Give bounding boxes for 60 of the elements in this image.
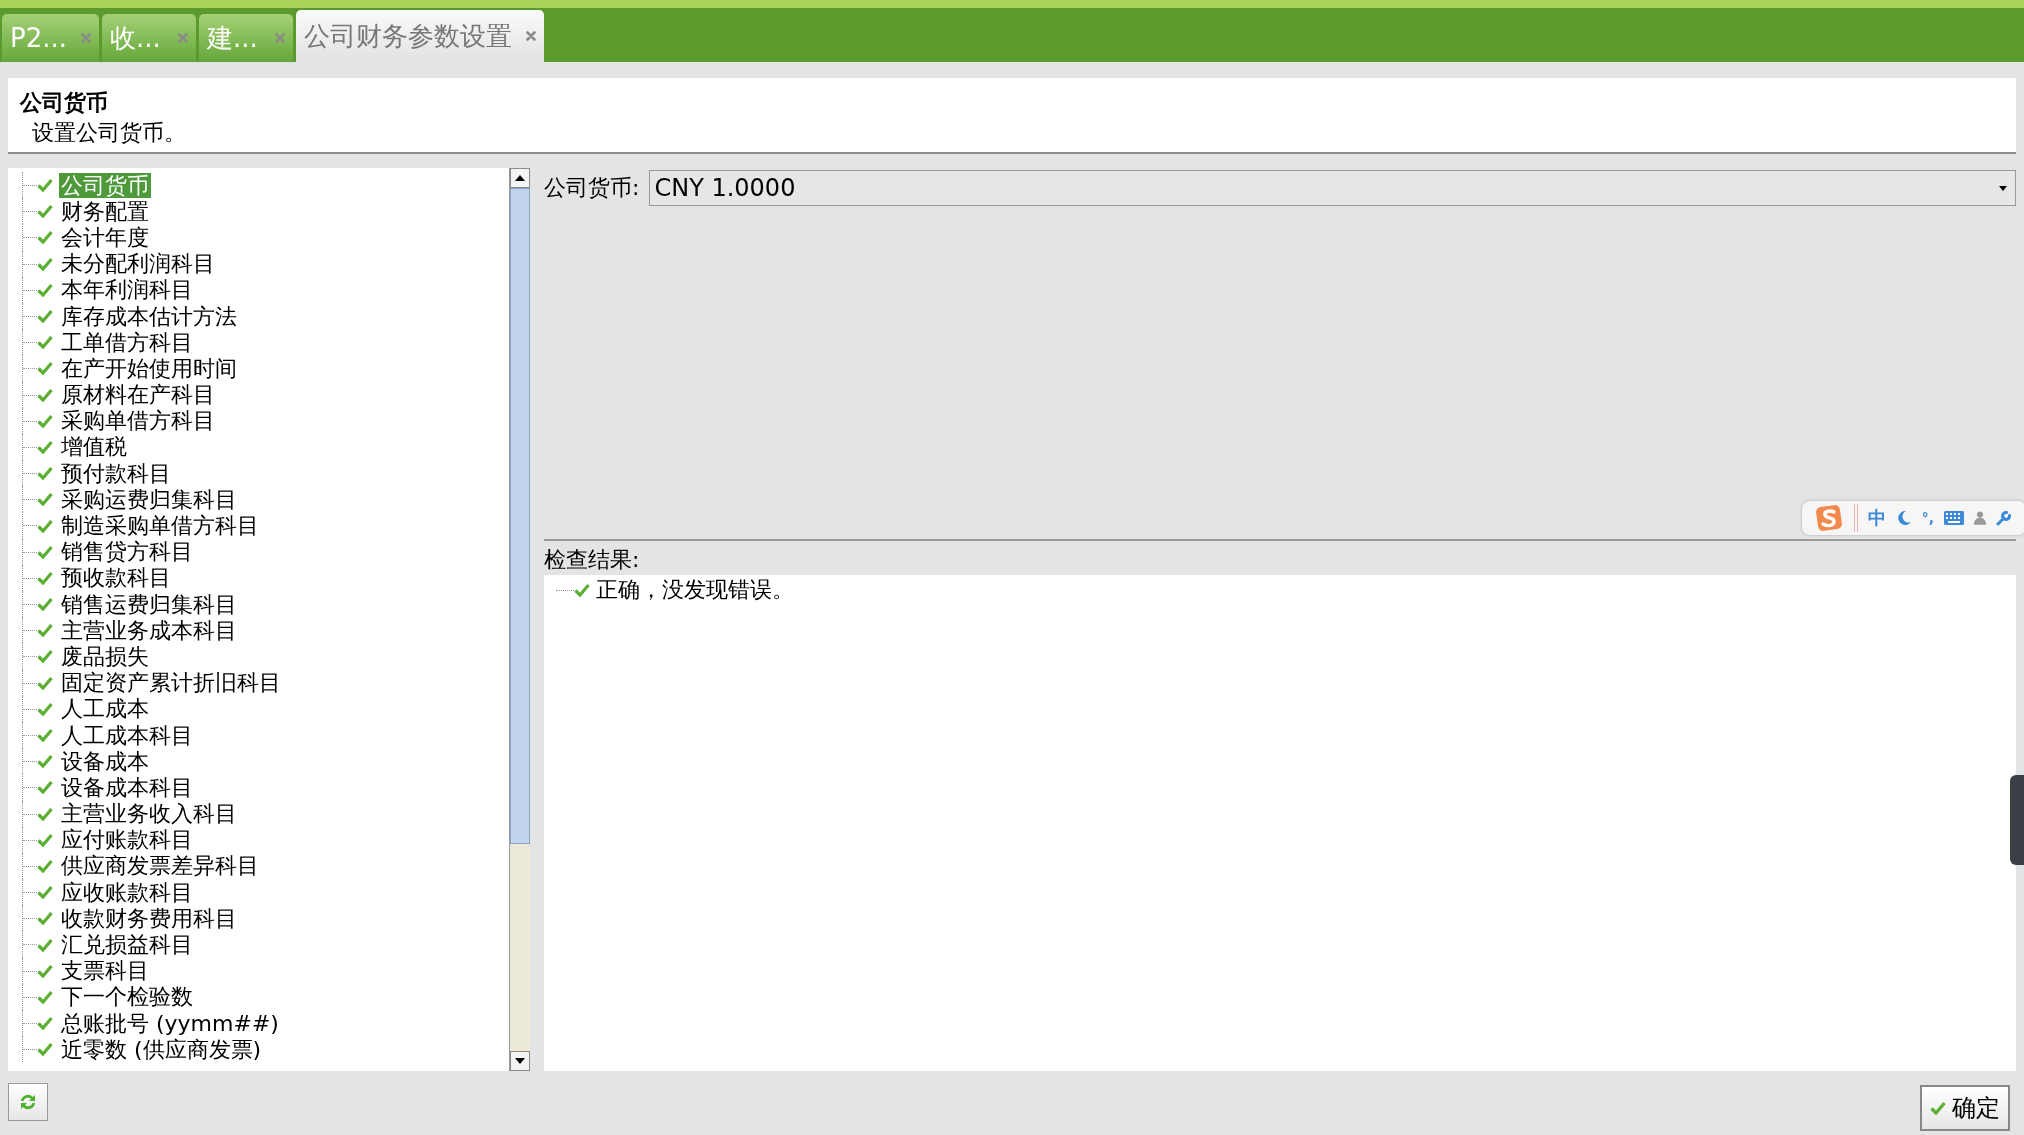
scrollbar[interactable]: [509, 168, 530, 1071]
close-icon[interactable]: [81, 33, 91, 43]
check-icon: [1930, 1101, 1946, 1115]
result-message: 正确，没发现错误。: [596, 576, 794, 604]
down-arrow-icon[interactable]: [515, 1058, 525, 1064]
user-icon[interactable]: [1974, 511, 1986, 525]
close-icon[interactable]: [178, 33, 188, 43]
close-icon[interactable]: [275, 33, 285, 43]
tree-item[interactable]: 未分配利润科目: [59, 251, 217, 277]
tree-item[interactable]: 下一个检验数: [59, 984, 195, 1010]
tree-item[interactable]: 固定资产累计折旧科目: [59, 670, 283, 696]
tree-item[interactable]: 库存成本估计方法: [59, 303, 239, 329]
results-label: 检查结果:: [544, 546, 640, 574]
tree-item[interactable]: 供应商发票差异科目: [59, 853, 261, 879]
tree-item[interactable]: 人工成本: [59, 696, 151, 722]
tree-item[interactable]: 近零数 (供应商发票): [59, 1036, 264, 1062]
tree-item[interactable]: 支票科目: [59, 958, 151, 984]
tree-item[interactable]: 总账批号 (yymm##): [59, 1010, 281, 1036]
tree-item[interactable]: 预收款科目: [59, 565, 173, 591]
tree-item[interactable]: 制造采购单借方科目: [59, 513, 261, 539]
tree-item[interactable]: 收款财务费用科目: [59, 905, 239, 931]
refresh-button[interactable]: [8, 1083, 48, 1121]
input-method-logo-icon[interactable]: [1813, 503, 1844, 533]
close-icon[interactable]: [526, 31, 536, 41]
tree-item[interactable]: 会计年度: [59, 224, 151, 250]
moon-icon[interactable]: [1895, 510, 1912, 526]
tree-item[interactable]: 本年利润科目: [59, 277, 195, 303]
tree-item[interactable]: 公司货币: [59, 172, 151, 198]
tree-item[interactable]: 原材料在产科目: [59, 382, 217, 408]
tree-item[interactable]: 主营业务成本科目: [59, 617, 239, 643]
scroll-thumb[interactable]: [510, 188, 530, 844]
tree-item[interactable]: 人工成本科目: [59, 722, 195, 748]
tree-item[interactable]: 应收账款科目: [59, 879, 195, 905]
tab[interactable]: 公司财务参数设置: [296, 10, 544, 62]
tree-item[interactable]: 设备成本: [59, 748, 151, 774]
tree-item[interactable]: 工单借方科目: [59, 329, 195, 355]
dropdown-arrow-icon[interactable]: [1999, 185, 2007, 191]
up-arrow-icon[interactable]: [515, 175, 525, 181]
tree-item[interactable]: 应付账款科目: [59, 827, 195, 853]
side-handle[interactable]: [2010, 775, 2024, 865]
keyboard-icon[interactable]: [1944, 511, 1964, 525]
tree-item[interactable]: 在产开始使用时间: [59, 355, 239, 381]
field-label: 公司货币:: [544, 174, 640, 202]
tree-item[interactable]: 汇兑损益科目: [59, 932, 195, 958]
tree-item[interactable]: 采购单借方科目: [59, 408, 217, 434]
tree-item[interactable]: 预付款科目: [59, 460, 173, 486]
currency-dropdown[interactable]: CNY 1.0000: [649, 170, 2016, 206]
tree-item[interactable]: 财务配置: [59, 198, 151, 224]
refresh-icon[interactable]: [18, 1092, 38, 1112]
tree-item[interactable]: 销售贷方科目: [59, 539, 195, 565]
confirm-button[interactable]: 确定: [1920, 1085, 2010, 1131]
section-title: 公司货币: [20, 89, 108, 117]
tree-item[interactable]: 增值税: [59, 434, 129, 460]
tree-item[interactable]: 设备成本科目: [59, 774, 195, 800]
tree-item[interactable]: 采购运费归集科目: [59, 486, 239, 512]
wrench-icon[interactable]: [1996, 510, 2012, 526]
tree-item[interactable]: 销售运费归集科目: [59, 591, 239, 617]
section-description: 设置公司货币。: [31, 119, 186, 147]
tree-item[interactable]: 主营业务收入科目: [59, 801, 239, 827]
tree-item[interactable]: 废品损失: [59, 643, 151, 669]
